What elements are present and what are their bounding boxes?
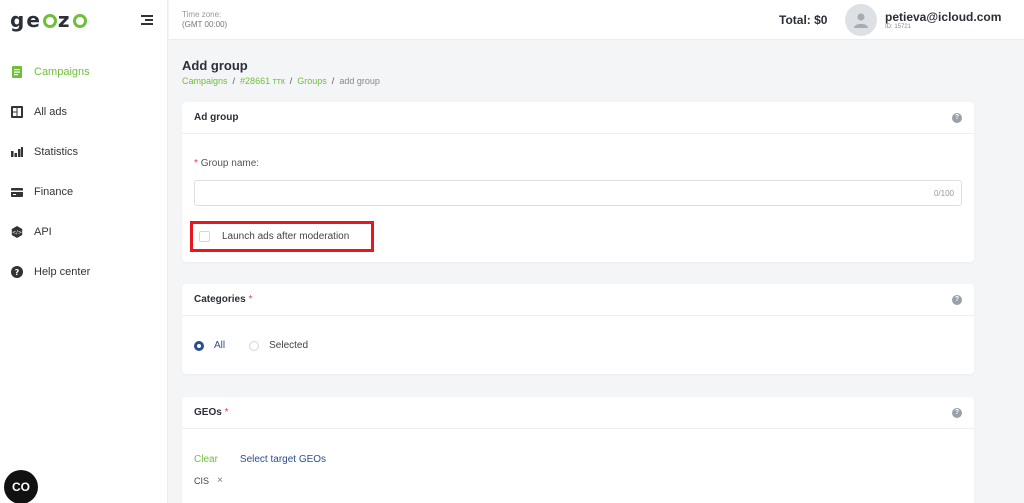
breadcrumb: Campaigns / #28661 ттк / Groups / add group [182,76,380,86]
geo-tag-label: CIS [194,475,210,486]
ad-group-header: Ad group ? [182,102,974,134]
help-icon[interactable]: ? [952,112,962,123]
breadcrumb-campaign[interactable]: #28661 ттк [240,76,285,86]
ads-icon [10,106,23,119]
sidebar-item-label: All ads [34,106,68,118]
sidebar-item-label: Finance [34,186,74,198]
svg-text:</>: </> [11,230,21,236]
required-mark: * [248,294,253,305]
geos-card: GEOs * ? Clear Select target GEOs CIS × [182,397,974,503]
help-icon[interactable]: ? [952,407,962,418]
chat-widget-button[interactable]: CO [4,470,38,503]
categories-heading-text: Categories [194,294,246,305]
categories-card: Categories * ? All Selected [182,284,974,374]
statistics-icon [10,146,23,159]
ad-group-heading: Ad group [194,112,239,123]
menu-toggle-icon[interactable] [141,15,153,25]
user-icon [854,13,868,28]
topbar: Time zone: (GMT 00:00) Total: $0 petieva… [169,0,1024,40]
help-icon: ? [10,266,23,279]
logo-ring-icon [42,14,57,28]
breadcrumb-current: add group [339,76,380,86]
remove-tag-icon[interactable]: × [217,475,223,486]
launch-after-moderation-checkbox[interactable] [199,231,210,242]
geo-tag: CIS × [194,475,223,486]
sidebar-item-help-center[interactable]: ? Help center [0,252,167,292]
geos-header: GEOs * ? [182,397,974,429]
radio-all-label[interactable]: All [214,340,225,351]
sidebar-item-label: Statistics [34,146,79,158]
svg-text:?: ? [14,268,19,277]
timezone-label: Time zone: [182,10,222,19]
timezone: Time zone: (GMT 00:00) [182,10,227,30]
help-icon[interactable]: ? [952,294,962,305]
categories-options: All Selected [194,340,332,351]
clear-geos-button[interactable]: Clear [194,454,218,465]
group-name-input[interactable] [194,180,962,206]
group-name-label-text: Group name: [200,158,260,169]
sidebar-item-statistics[interactable]: Statistics [0,132,167,172]
logo-row: ge z [0,0,167,40]
char-counter: 0/100 [933,189,954,198]
geos-heading: GEOs * [194,407,228,418]
categories-heading: Categories * [194,294,252,305]
radio-all[interactable] [194,340,204,351]
sidebar-item-label: API [34,226,52,238]
launch-after-moderation-option[interactable]: Launch ads after moderation [190,221,374,252]
sidebar-item-finance[interactable]: Finance [0,172,167,212]
sidebar-item-all-ads[interactable]: All ads [0,92,167,132]
page-title: Add group [182,58,248,73]
sidebar-item-label: Campaigns [34,66,90,78]
breadcrumb-groups[interactable]: Groups [297,76,327,86]
radio-selected-label[interactable]: Selected [269,340,308,351]
finance-icon [10,186,23,199]
logo-ring-icon [72,14,87,28]
balance-total: Total: $0 [779,13,828,27]
categories-header: Categories * ? [182,284,974,316]
ad-group-card: Ad group ? * Group name: 0/100 Launch ad… [182,102,974,262]
required-mark: * [224,407,229,418]
api-icon: </> [10,226,23,239]
radio-selected[interactable] [249,340,260,351]
logo-text-middle: z [57,8,72,32]
geos-heading-text: GEOs [194,407,222,418]
sidebar-item-campaigns[interactable]: Campaigns [0,52,167,92]
sidebar: ge z Campaigns All ads Statistics Financ… [0,0,168,503]
geo-actions: Clear Select target GEOs [194,454,326,465]
geozo-logo[interactable]: ge z [10,8,88,32]
sidebar-nav: Campaigns All ads Statistics Finance </>… [0,52,167,292]
required-mark: * [194,158,198,169]
sidebar-item-label: Help center [34,266,91,278]
launch-after-moderation-label: Launch ads after moderation [222,231,350,242]
breadcrumb-campaigns[interactable]: Campaigns [182,76,228,86]
group-name-label: * Group name: [194,158,259,169]
user-id: ID: 15721 [885,24,912,30]
main-content: Add group Campaigns / #28661 ттк / Groups / ad… [182,58,974,503]
logo-text-start: ge [10,8,42,32]
select-geos-button[interactable]: Select target GEOs [240,454,326,465]
campaigns-icon [10,66,23,79]
user-email[interactable]: petieva@icloud.com [885,10,1001,24]
avatar[interactable] [845,4,877,36]
timezone-value: (GMT 00:00) [182,20,228,29]
sidebar-item-api[interactable]: </> API [0,212,167,252]
